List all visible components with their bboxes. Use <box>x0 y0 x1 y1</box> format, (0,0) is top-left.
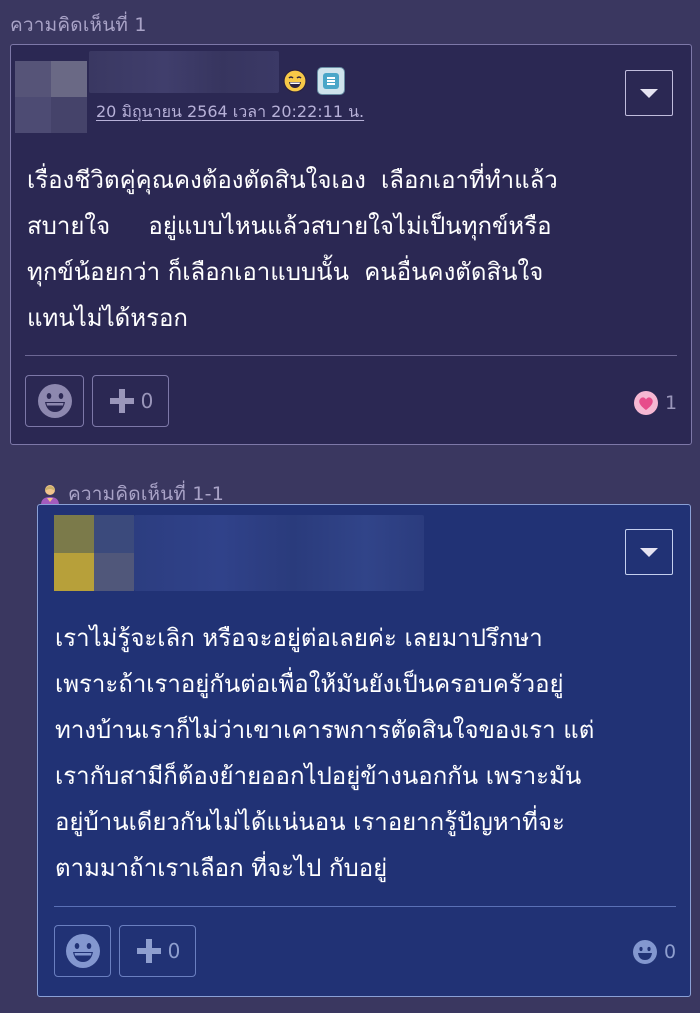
reaction-summary[interactable]: 1 <box>633 390 677 416</box>
smile-reaction-icon <box>633 940 657 964</box>
chevron-down-icon <box>640 88 658 98</box>
plus-icon <box>136 939 161 963</box>
plus-vote-button[interactable]: 0 <box>119 925 196 977</box>
reply-card: เราไม่รู้จะเลิก หรือจะอยู่ต่อเลยค่ะ เลยม… <box>37 504 691 997</box>
smile-icon <box>37 384 72 418</box>
reaction-count: 1 <box>665 392 678 414</box>
divider <box>54 906 676 907</box>
chevron-down-icon <box>640 547 658 557</box>
comment-timestamp[interactable]: 20 มิถุนายน 2564 เวลา 20:22:11 น. <box>96 100 364 125</box>
username-blurred[interactable] <box>89 51 279 93</box>
reaction-summary[interactable]: 0 <box>632 939 676 965</box>
reaction-count: 0 <box>664 941 677 963</box>
heart-icon <box>634 391 658 415</box>
plus-count: 0 <box>140 389 154 413</box>
avatar[interactable] <box>15 61 87 133</box>
emotion-button[interactable] <box>54 925 111 977</box>
avatar[interactable] <box>54 515 134 591</box>
divider <box>25 355 677 356</box>
plus-icon <box>109 389 134 413</box>
comment-card: 20 มิถุนายน 2564 เวลา 20:22:11 น. เรื่อง… <box>10 44 692 445</box>
comment-body: เราไม่รู้จะเลิก หรือจะอยู่ต่อเลยค่ะ เลยม… <box>55 624 595 882</box>
plus-count: 0 <box>167 939 181 963</box>
emotion-button[interactable] <box>25 375 84 427</box>
comment-label: ความคิดเห็นที่ 1 <box>10 14 147 36</box>
username-blurred[interactable] <box>134 515 424 591</box>
comment-body: เรื่องชีวิตคู่คุณคงต้องตัดสินใจเอง เลือก… <box>27 166 558 332</box>
member-badge-icon <box>317 67 345 95</box>
person-icon <box>41 485 59 505</box>
comment-menu-button[interactable] <box>625 70 673 116</box>
plus-vote-button[interactable]: 0 <box>92 375 169 427</box>
smile-icon <box>65 934 100 968</box>
comment-menu-button[interactable] <box>625 529 673 575</box>
laughing-emoji-icon <box>283 69 307 93</box>
